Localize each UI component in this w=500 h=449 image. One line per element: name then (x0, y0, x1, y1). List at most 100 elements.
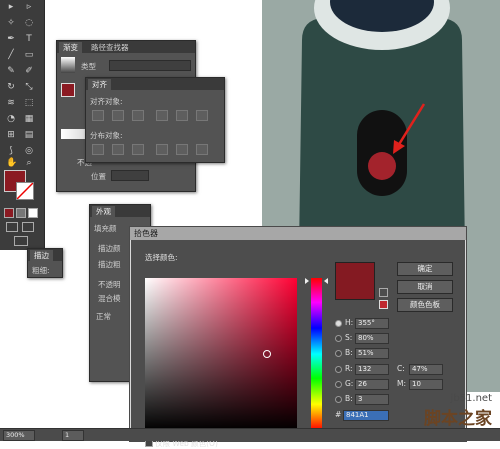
appearance-normal-label: 正常 (96, 312, 111, 321)
red-radio[interactable] (335, 366, 342, 373)
tab-appearance[interactable]: 外观 (92, 206, 115, 217)
saturation-brightness-field[interactable] (145, 278, 297, 430)
color-swatches-button[interactable]: 颜色色板 (397, 298, 453, 312)
mesh-tool-icon[interactable]: ⊞ (6, 130, 16, 140)
watermark-site: jb51.net (450, 393, 492, 404)
perspective-grid-icon[interactable]: ▦ (24, 114, 34, 124)
b-label: B: (345, 348, 353, 357)
hue-slider[interactable] (311, 278, 322, 430)
distribute-right-icon[interactable] (196, 144, 208, 155)
align-panel-tabbar: 对齐 (86, 78, 224, 90)
stroke-weight-label: 粗细: (32, 266, 50, 275)
tab-gradient[interactable]: 渐变 (59, 42, 82, 53)
hue-left-marker[interactable] (305, 278, 309, 284)
rectangle-tool-icon[interactable]: ▭ (24, 50, 34, 60)
direct-selection-icon[interactable]: ▹ (24, 2, 34, 12)
align-vcenter-icon[interactable] (176, 110, 188, 121)
distribute-left-icon[interactable] (156, 144, 168, 155)
toolbox-panel: ▸ ▹ ✧ ◌ ✒ T ╱ ▭ ✎ ✐ ↻ ⤡ ≋ ⬚ ◔ ▦ ⊞ ▤ ⟆ ◎ … (0, 0, 45, 250)
rotate-tool-icon[interactable]: ↻ (6, 82, 16, 92)
appearance-stroke-weight-row[interactable]: 描边粗 (98, 259, 121, 270)
gradient-mode-button[interactable] (16, 208, 26, 218)
s-input[interactable]: 80% (355, 333, 389, 344)
align-right-icon[interactable] (132, 110, 144, 121)
distribute-hcenter-icon[interactable] (176, 144, 188, 155)
color-mode-button[interactable] (4, 208, 14, 218)
magic-wand-icon[interactable]: ✧ (6, 18, 16, 28)
b-input[interactable]: 51% (355, 348, 389, 359)
blend-tool-icon[interactable]: ◎ (24, 146, 34, 156)
zoom-tool-icon[interactable]: ⌕ (24, 158, 34, 168)
stroke-swatch[interactable] (16, 182, 34, 200)
select-color-label: 选择颜色: (145, 253, 178, 262)
rgb-b-input[interactable]: 3 (355, 394, 389, 405)
green-radio[interactable] (335, 381, 342, 388)
brightness-radio[interactable] (335, 350, 342, 357)
align-hcenter-icon[interactable] (112, 110, 124, 121)
pen-tool-icon[interactable]: ✒ (6, 34, 16, 44)
g-input[interactable]: 26 (355, 379, 389, 390)
paintbrush-icon[interactable]: ✎ (6, 66, 16, 76)
r-label: R: (345, 364, 353, 373)
warp-tool-icon[interactable]: ≋ (6, 98, 16, 108)
cancel-button[interactable]: 取消 (397, 280, 453, 294)
color-picker-titlebar[interactable]: 拾色器 (130, 227, 466, 240)
distribute-top-icon[interactable] (92, 144, 104, 155)
gradient-preview-swatch[interactable] (61, 57, 75, 73)
saturation-radio[interactable] (335, 335, 342, 342)
distribute-vcenter-icon[interactable] (112, 144, 124, 155)
gradient-tool-icon[interactable]: ▤ (24, 130, 34, 140)
pencil-icon[interactable]: ✐ (24, 66, 34, 76)
blue-radio[interactable] (335, 396, 342, 403)
free-transform-icon[interactable]: ⬚ (24, 98, 34, 108)
align-bottom-icon[interactable] (196, 110, 208, 121)
h-input[interactable]: 355° (355, 318, 389, 329)
line-tool-icon[interactable]: ╱ (6, 50, 16, 60)
align-top-icon[interactable] (156, 110, 168, 121)
gradient-type-select[interactable] (109, 60, 191, 71)
out-of-gamut-icon[interactable] (379, 288, 388, 297)
tab-pathfinder[interactable]: 路径查找器 (87, 42, 133, 53)
align-left-icon[interactable] (92, 110, 104, 121)
g-label: G: (345, 379, 354, 388)
lasso-icon[interactable]: ◌ (24, 18, 34, 28)
page-field[interactable]: 1 (62, 430, 84, 441)
appearance-opacity-row[interactable]: 不透明 (98, 279, 121, 290)
web-safe-swatch[interactable] (379, 300, 388, 309)
gradient-position-field[interactable] (111, 170, 149, 181)
eyedropper-icon[interactable]: ⟆ (6, 146, 16, 156)
field-picker-circle[interactable] (263, 350, 271, 358)
shape-builder-icon[interactable]: ◔ (6, 114, 16, 124)
scale-tool-icon[interactable]: ⤡ (24, 82, 34, 92)
gradient-panel-tabbar: 渐变 路径查找器 (57, 41, 195, 53)
appearance-stroke-color-row[interactable]: 描边颜 (98, 243, 121, 254)
s-label: S: (345, 333, 353, 342)
type-tool-icon[interactable]: T (24, 34, 34, 44)
distribute-bottom-icon[interactable] (132, 144, 144, 155)
gradient-type-label: 类型 (81, 62, 96, 71)
m-input[interactable]: 10 (409, 379, 443, 390)
hex-label: # (335, 410, 342, 419)
appearance-fill-row[interactable]: 填充颜 (94, 223, 117, 234)
hue-right-marker[interactable] (324, 278, 328, 284)
draw-behind-icon[interactable] (22, 222, 34, 232)
appearance-blend-row[interactable]: 混合模 (98, 293, 121, 304)
hex-input[interactable]: 841A1 (343, 410, 389, 421)
rgb-b-label: B: (345, 394, 353, 403)
zoom-field[interactable]: 300% (3, 430, 35, 441)
screen-mode-icon[interactable] (14, 236, 28, 246)
none-mode-button[interactable] (28, 208, 38, 218)
tab-stroke[interactable]: 描边 (30, 250, 53, 261)
selection-tool-icon[interactable]: ▸ (6, 2, 16, 12)
hue-radio[interactable] (335, 320, 342, 327)
align-panel: 对齐 对齐对象: 分布对象: (85, 77, 225, 163)
hand-tool-icon[interactable]: ✋ (6, 158, 17, 168)
m-label: M: (397, 379, 406, 388)
ok-button[interactable]: 确定 (397, 262, 453, 276)
gradient-fill-indicator[interactable] (61, 83, 75, 97)
align-objects-label: 对齐对象: (90, 97, 123, 106)
r-input[interactable]: 132 (355, 364, 389, 375)
tab-align[interactable]: 对齐 (88, 79, 111, 90)
draw-normal-icon[interactable] (6, 222, 18, 232)
c-input[interactable]: 47% (409, 364, 443, 375)
